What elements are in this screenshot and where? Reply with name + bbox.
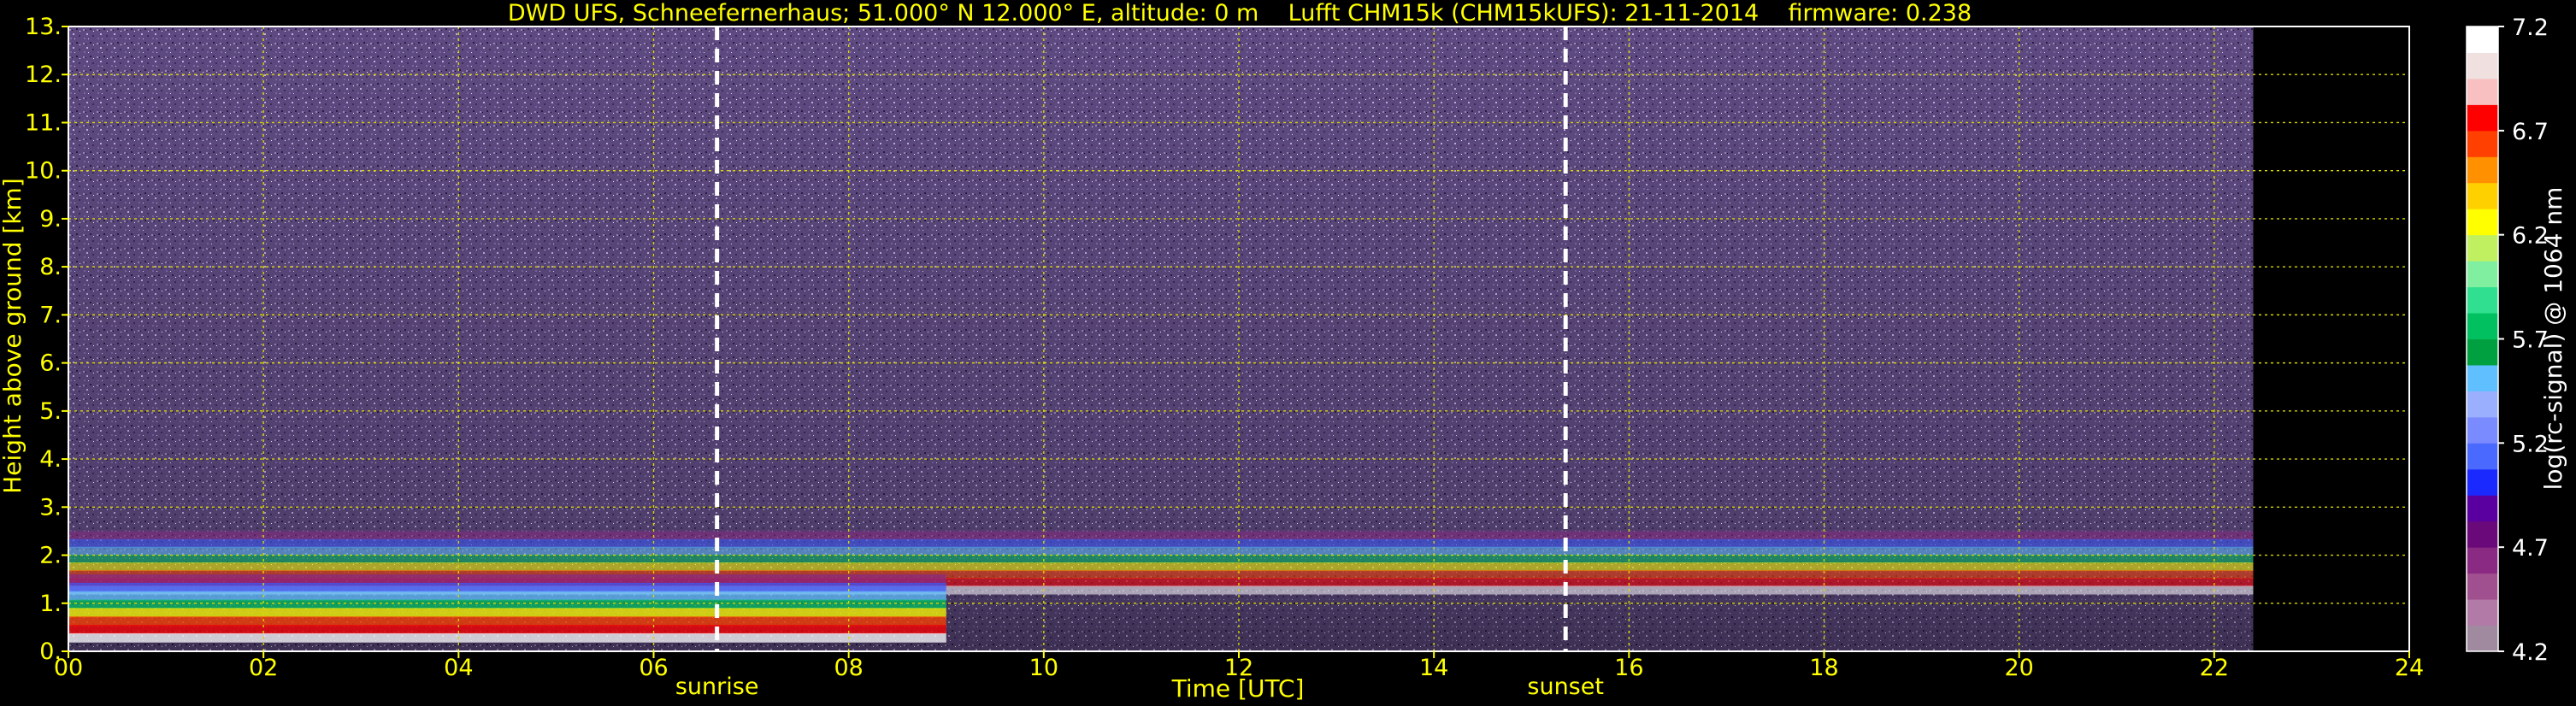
colorbar-segment (2467, 286, 2498, 314)
colorbar-segment (2467, 26, 2498, 53)
x-tick-label: 18 (1809, 655, 1838, 681)
x-tick-label: 24 (2395, 655, 2424, 681)
colorbar-segment (2467, 130, 2498, 157)
y-tick-label: 2. (39, 543, 62, 569)
colorbar-segment (2467, 156, 2498, 184)
colorbar-segment (2467, 261, 2498, 288)
x-tick-label: 20 (2004, 655, 2033, 681)
y-tick-label: 3. (39, 494, 62, 521)
colorbar-tick-label: 6.7 (2512, 119, 2549, 145)
colorbar-segment (2467, 443, 2498, 470)
colorbar-label: log(rc-signal) @ 1064 nm (2539, 187, 2567, 491)
chart-title: DWD UFS, Schneefernerhaus; 51.000° N 12.… (508, 0, 1972, 26)
colorbar-segment (2467, 78, 2498, 105)
y-tick-label: 9. (39, 206, 62, 232)
x-tick-label: 06 (639, 655, 668, 681)
x-tick-label: 10 (1029, 655, 1058, 681)
y-axis-label: Height above ground [km] (0, 178, 27, 494)
ceilometer-chart: sunrise sunset 00 02 04 06 08 10 12 14 16 18 20 22 24… (0, 0, 2567, 703)
colorbar-segment (2467, 234, 2498, 262)
colorbar-segment (2467, 104, 2498, 132)
y-tick-label: 0. (39, 638, 62, 665)
colorbar-segment (2467, 313, 2498, 339)
y-tick-label: 8. (39, 254, 62, 280)
y-tick-label: 7. (39, 302, 62, 328)
y-tick-label: 6. (39, 350, 62, 377)
y-tick-label: 5. (39, 398, 62, 425)
colorbar: 4.24.75.25.76.26.77.2 (2466, 15, 2549, 666)
x-axis-label: Time [UTC] (1171, 674, 1305, 703)
colorbar-segment (2467, 391, 2498, 418)
y-tick-label: 11. (25, 109, 62, 136)
colorbar-segment (2467, 625, 2498, 652)
colorbar-segment (2467, 573, 2498, 600)
colorbar-segment (2467, 416, 2498, 444)
y-tick-label: 1. (39, 591, 62, 617)
y-tick-label: 10. (25, 158, 62, 185)
x-tick-label: 08 (834, 655, 863, 681)
x-tick-label: 14 (1419, 655, 1448, 681)
y-tick-label: 13. (25, 14, 62, 40)
x-tick-label: 02 (249, 655, 278, 681)
x-tick-label: 16 (1614, 655, 1643, 681)
x-tick-label: 22 (2200, 655, 2229, 681)
colorbar-segment (2467, 468, 2498, 496)
sunset-label: sunset (1527, 674, 1604, 700)
colorbar-segment (2467, 52, 2498, 79)
x-tick-label: 04 (444, 655, 473, 681)
colorbar-segment (2467, 182, 2498, 209)
colorbar-segment (2467, 209, 2498, 236)
colorbar-segment (2467, 521, 2498, 548)
colorbar-segment (2467, 338, 2498, 366)
y-tick-label: 12. (25, 62, 62, 88)
colorbar-segment (2467, 599, 2498, 627)
colorbar-segment (2467, 547, 2498, 574)
colorbar-segment (2467, 364, 2498, 391)
colorbar-tick-label: 4.7 (2512, 535, 2549, 562)
sunrise-label: sunrise (675, 674, 759, 700)
colorbar-segment (2467, 495, 2498, 522)
colorbar-tick-label: 4.2 (2512, 639, 2549, 666)
layer-1 (68, 574, 946, 643)
y-tick-label: 4. (39, 446, 62, 473)
colorbar-tick-label: 7.2 (2512, 15, 2549, 41)
